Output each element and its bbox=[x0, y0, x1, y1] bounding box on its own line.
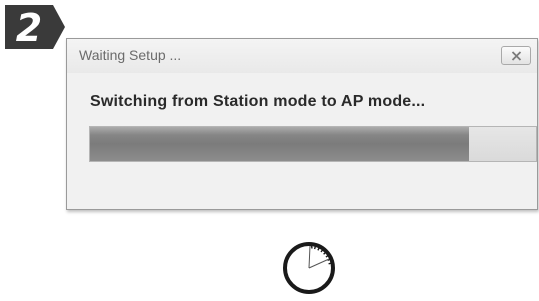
progress-bar-fill bbox=[90, 127, 470, 161]
status-message: Switching from Station mode to AP mode..… bbox=[90, 93, 426, 110]
instruction-panel: 2 Waiting Setup ... Switching from Stati… bbox=[0, 0, 539, 301]
setup-dialog: Waiting Setup ... Switching from Station… bbox=[66, 38, 538, 210]
close-button[interactable] bbox=[501, 46, 531, 65]
clock-icon bbox=[277, 238, 341, 298]
step-badge: 2 bbox=[2, 2, 66, 52]
close-icon bbox=[511, 51, 522, 61]
progress-bar bbox=[89, 126, 537, 162]
step-number: 2 bbox=[16, 6, 42, 50]
dialog-titlebar: Waiting Setup ... bbox=[67, 39, 537, 73]
dialog-title: Waiting Setup ... bbox=[79, 47, 182, 63]
